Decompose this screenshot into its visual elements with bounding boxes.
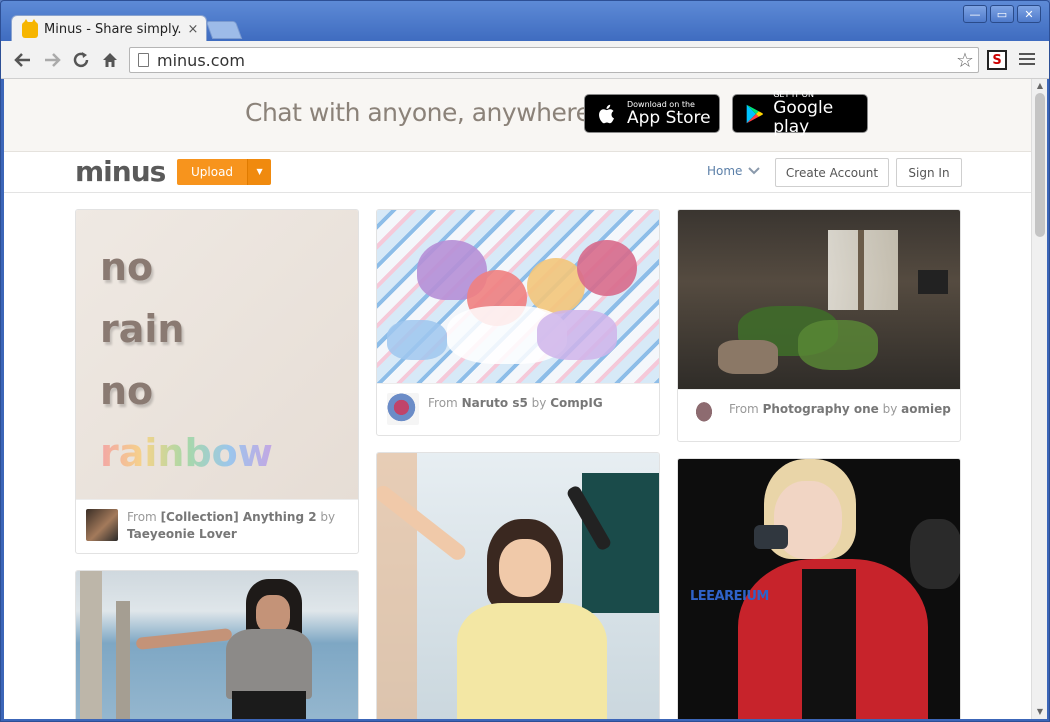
scroll-up-icon[interactable]: ▲ bbox=[1032, 79, 1048, 93]
bookmark-star-icon[interactable]: ☆ bbox=[952, 48, 978, 72]
image-card[interactable] bbox=[376, 452, 660, 719]
maximize-button[interactable]: ▭ bbox=[990, 5, 1014, 23]
collection-link[interactable]: Naruto s5 bbox=[462, 396, 528, 410]
by-label: by bbox=[320, 510, 336, 524]
extension-icon[interactable]: S bbox=[987, 50, 1007, 70]
card-image[interactable] bbox=[678, 210, 960, 389]
image-watermark: LEEAREIUM bbox=[690, 589, 769, 604]
home-dropdown[interactable]: Home bbox=[707, 164, 761, 178]
card-caption: From Photography one by aomiep bbox=[729, 401, 951, 418]
card-caption: From Naruto s5 by CompIG bbox=[428, 395, 603, 412]
by-label: by bbox=[882, 402, 898, 416]
author-link[interactable]: aomiep bbox=[901, 402, 951, 416]
tab-title: Minus - Share simply. bbox=[44, 22, 182, 37]
tab-close-icon[interactable]: × bbox=[184, 22, 202, 37]
image-word: no bbox=[100, 245, 154, 289]
card-image[interactable] bbox=[377, 453, 659, 719]
google-play-icon bbox=[746, 104, 763, 123]
image-card[interactable]: From Photography one by aomiep bbox=[677, 209, 961, 442]
image-card[interactable]: no rain no rainbow From [Collection] Any… bbox=[75, 209, 359, 554]
image-card[interactable]: From Naruto s5 by CompIG bbox=[376, 209, 660, 436]
title-bar: Minus - Share simply. × — ▭ ✕ bbox=[1, 1, 1049, 43]
by-label: by bbox=[531, 396, 547, 410]
browser-window: Minus - Share simply. × — ▭ ✕ minus.com … bbox=[0, 0, 1050, 722]
forward-arrow-icon[interactable] bbox=[42, 50, 62, 70]
avatar[interactable] bbox=[86, 509, 118, 541]
author-link[interactable]: Taeyeonie Lover bbox=[127, 527, 237, 541]
from-label: From bbox=[729, 402, 759, 416]
upload-dropdown-caret-icon[interactable]: ▼ bbox=[247, 159, 272, 185]
menu-icon[interactable] bbox=[1019, 53, 1035, 68]
card-image[interactable] bbox=[76, 571, 358, 719]
image-word: rainbow bbox=[100, 422, 273, 484]
vertical-scrollbar[interactable]: ▲ ▼ bbox=[1031, 79, 1047, 719]
from-label: From bbox=[428, 396, 458, 410]
home-label: Home bbox=[707, 164, 743, 178]
sign-in-button[interactable]: Sign In bbox=[896, 158, 962, 187]
chevron-down-icon bbox=[748, 167, 761, 175]
card-caption: From [Collection] Anything 2 by Taeyeoni… bbox=[127, 509, 350, 543]
scroll-thumb[interactable] bbox=[1035, 93, 1045, 237]
minus-favicon-icon bbox=[22, 18, 38, 38]
apple-icon bbox=[599, 104, 614, 123]
card-image[interactable]: no rain no rainbow bbox=[76, 210, 358, 499]
from-label: From bbox=[127, 510, 157, 524]
minus-logo[interactable]: minus bbox=[75, 155, 166, 188]
page-viewport: Chat with anyone, anywhere. Download on … bbox=[4, 79, 1031, 719]
window-controls: — ▭ ✕ bbox=[963, 5, 1041, 23]
address-bar[interactable]: minus.com ☆ bbox=[129, 47, 979, 73]
image-card[interactable] bbox=[75, 570, 359, 719]
back-arrow-icon[interactable] bbox=[13, 50, 33, 70]
browser-toolbar: minus.com ☆ S bbox=[1, 41, 1049, 79]
upload-button-group: Upload ▼ bbox=[177, 159, 272, 185]
create-account-button[interactable]: Create Account bbox=[775, 158, 889, 187]
card-image[interactable]: LEEAREIUM bbox=[678, 459, 960, 719]
author-link[interactable]: CompIG bbox=[550, 396, 602, 410]
upload-button[interactable]: Upload bbox=[177, 159, 248, 185]
browser-tab[interactable]: Minus - Share simply. × bbox=[11, 15, 207, 43]
site-header: minus Upload ▼ Home Create Account Sign … bbox=[4, 152, 1031, 193]
home-icon[interactable] bbox=[100, 50, 120, 70]
reload-icon[interactable] bbox=[71, 50, 91, 70]
page-icon bbox=[138, 53, 149, 67]
app-store-big: App Store bbox=[627, 107, 711, 128]
image-card[interactable]: LEEAREIUM bbox=[677, 458, 961, 719]
card-meta: From Naruto s5 by CompIG bbox=[377, 383, 659, 434]
collection-link[interactable]: Photography one bbox=[763, 402, 879, 416]
card-meta: From [Collection] Anything 2 by Taeyeoni… bbox=[76, 499, 358, 552]
google-play-badge[interactable]: GET IT ON Google play bbox=[732, 90, 868, 137]
promo-banner: Chat with anyone, anywhere. Download on … bbox=[4, 79, 1031, 152]
url-text[interactable]: minus.com bbox=[157, 51, 952, 70]
collection-link[interactable]: [Collection] Anything 2 bbox=[161, 510, 317, 524]
avatar[interactable] bbox=[387, 393, 419, 425]
app-store-badge[interactable]: Download on the App Store bbox=[584, 94, 720, 133]
card-image[interactable] bbox=[377, 210, 659, 383]
google-play-big: Google play bbox=[773, 98, 834, 137]
image-word: no bbox=[100, 369, 154, 413]
minimize-button[interactable]: — bbox=[963, 5, 987, 23]
avatar[interactable] bbox=[688, 399, 720, 431]
scroll-down-icon[interactable]: ▼ bbox=[1032, 705, 1048, 719]
promo-headline: Chat with anyone, anywhere. bbox=[245, 98, 598, 127]
card-meta: From Photography one by aomiep bbox=[678, 389, 960, 440]
image-word: rain bbox=[100, 307, 185, 351]
new-tab-button[interactable] bbox=[205, 21, 243, 39]
close-window-button[interactable]: ✕ bbox=[1017, 5, 1041, 23]
